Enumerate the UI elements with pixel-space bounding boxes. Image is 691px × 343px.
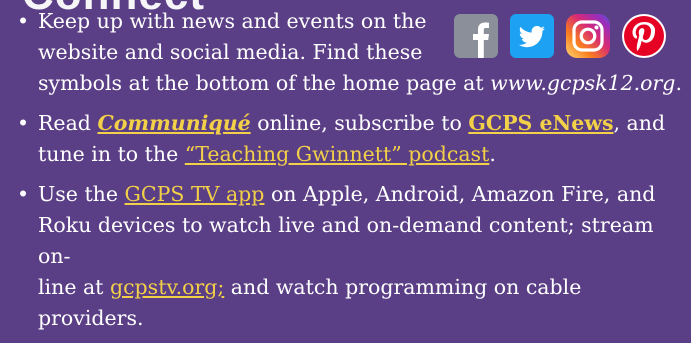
podcast-link[interactable]: “Teaching Gwinnett” podcast xyxy=(185,142,490,166)
list-item-social: • Keep up with news and events on the we… xyxy=(14,6,684,99)
social-line-3: symbols at the bottom of the home page a… xyxy=(38,68,684,99)
tv-text-2: on Apple, Android, Amazon Fire, and xyxy=(264,182,656,206)
gcps-enews-link[interactable]: GCPS eNews xyxy=(468,111,613,135)
bullet: • xyxy=(17,9,30,33)
social-line-2: website and social media. Find these xyxy=(38,40,423,64)
read-text-2: online, subscribe to xyxy=(250,111,469,135)
social-line-3-end: . xyxy=(675,71,682,95)
bullet: • xyxy=(17,182,30,206)
connect-list: • Keep up with news and events on the we… xyxy=(14,6,684,343)
tv-line-2: Roku devices to watch live and on-demand… xyxy=(38,213,654,268)
gcpstv-site-link[interactable]: gcpstv.org; xyxy=(110,275,224,299)
website-url: www.gcpsk12.org xyxy=(490,71,676,95)
read-text-4: tune in to the xyxy=(38,142,185,166)
social-line-1: Keep up with news and events on the xyxy=(38,9,427,33)
tv-text-4: line at xyxy=(38,275,110,299)
read-line-1: Read Communiqué online, subscribe to GCP… xyxy=(38,108,684,139)
read-text-1: Read xyxy=(38,111,98,135)
gcps-tv-app-link[interactable]: GCPS TV app xyxy=(125,182,265,206)
read-text-3: , and xyxy=(613,111,666,135)
list-item-read: • Read Communiqué online, subscribe to G… xyxy=(14,108,684,170)
read-line-2: tune in to the “Teaching Gwinnett” podca… xyxy=(38,139,684,170)
bullet: • xyxy=(17,111,30,135)
list-item-tv: • Use the GCPS TV app on Apple, Android,… xyxy=(14,179,684,334)
communique-link[interactable]: Communiqué xyxy=(97,111,250,135)
social-line-3-text: symbols at the bottom of the home page a… xyxy=(38,71,491,95)
tv-line-1: Use the GCPS TV app on Apple, Android, A… xyxy=(38,179,684,210)
tv-line-3: line at gcpstv.org; and watch programmin… xyxy=(38,272,684,334)
read-text-5: . xyxy=(489,142,496,166)
tv-text-1: Use the xyxy=(38,182,125,206)
